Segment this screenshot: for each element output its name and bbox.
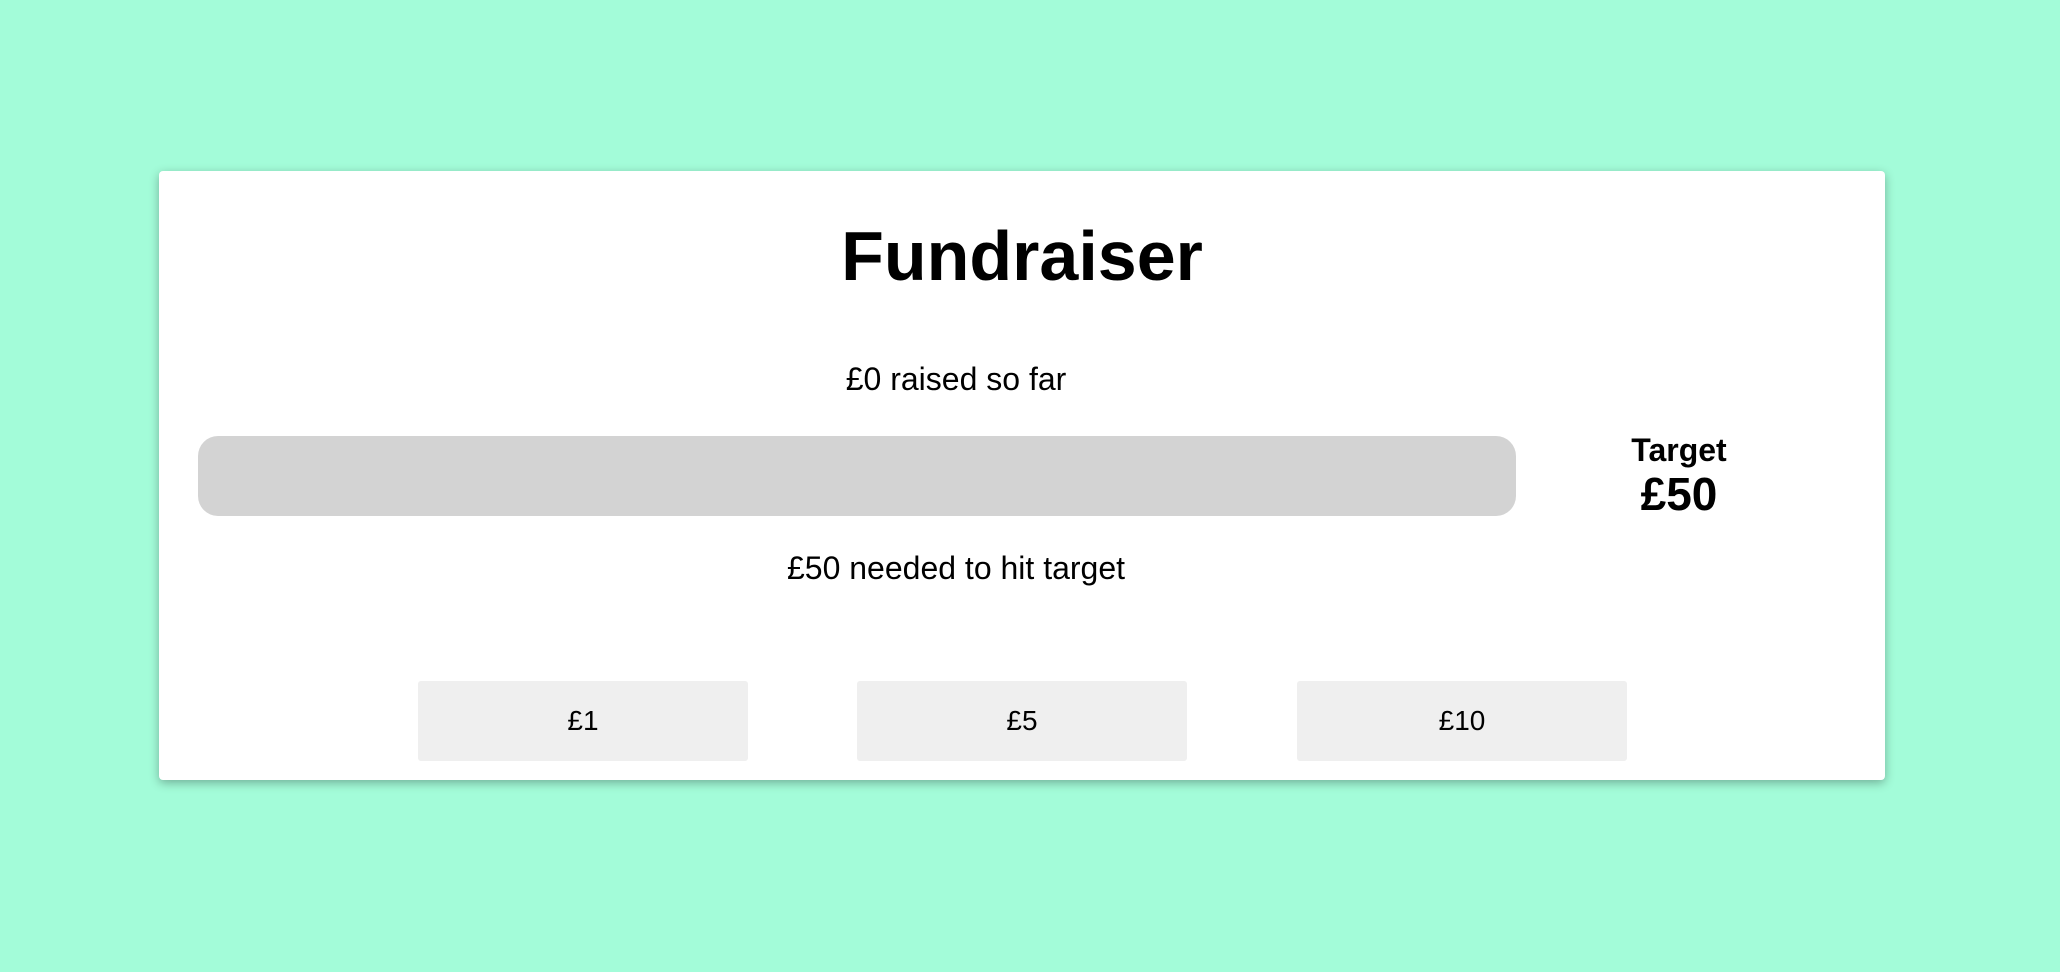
- fundraiser-card: Fundraiser £0 raised so far Target £50 £…: [159, 171, 1885, 780]
- donate-10-button[interactable]: £10: [1297, 681, 1627, 761]
- target-label: Target: [1631, 432, 1727, 468]
- donate-5-button[interactable]: £5: [857, 681, 1187, 761]
- target-value: £50: [1640, 468, 1718, 520]
- page-title: Fundraiser: [841, 217, 1203, 295]
- donate-1-button[interactable]: £1: [418, 681, 748, 761]
- target-panel: Target £50: [1599, 431, 1759, 519]
- raised-so-far-text: £0 raised so far: [845, 361, 1067, 397]
- progress-bar: [198, 436, 1516, 516]
- needed-to-hit-target-text: £50 needed to hit target: [786, 550, 1126, 586]
